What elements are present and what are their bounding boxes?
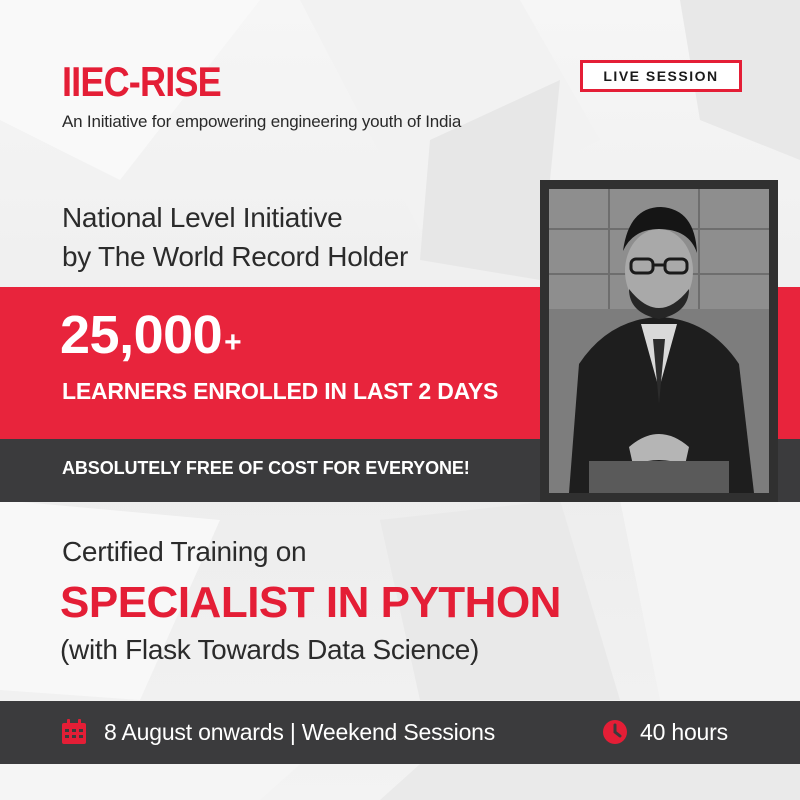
brand-logo: IIEC-RISE [62,58,222,105]
initiative-line-2: by The World Record Holder [62,241,408,272]
speaker-portrait [549,189,769,493]
duration-text: 40 hours [640,719,728,745]
schedule-text: 8 August onwards | Weekend Sessions [104,719,496,745]
initiative-heading: National Level Initiative by The World R… [62,198,408,276]
learner-count-value: 25,000 [60,305,223,365]
initiative-line-1: National Level Initiative [62,202,343,233]
live-session-badge: LIVE SESSION [580,60,742,92]
learner-count-caption: LEARNERS ENROLLED IN LAST 2 DAYS [62,378,499,404]
course-title: SPECIALIST IN PYTHON [60,578,561,627]
offer-text: ABSOLUTELY FREE OF COST FOR EVERYONE! [62,458,470,478]
speaker-photo [549,189,769,493]
brand-tagline: An Initiative for empowering engineering… [62,112,462,131]
learner-count-suffix: + [224,326,242,359]
course-subtitle: (with Flask Towards Data Science) [60,634,480,665]
calendar-icon [62,719,86,744]
course-intro: Certified Training on [62,536,307,567]
clock-icon [603,720,627,744]
speaker-photo-frame [540,180,778,502]
learner-count: 25,000 + [60,304,242,366]
